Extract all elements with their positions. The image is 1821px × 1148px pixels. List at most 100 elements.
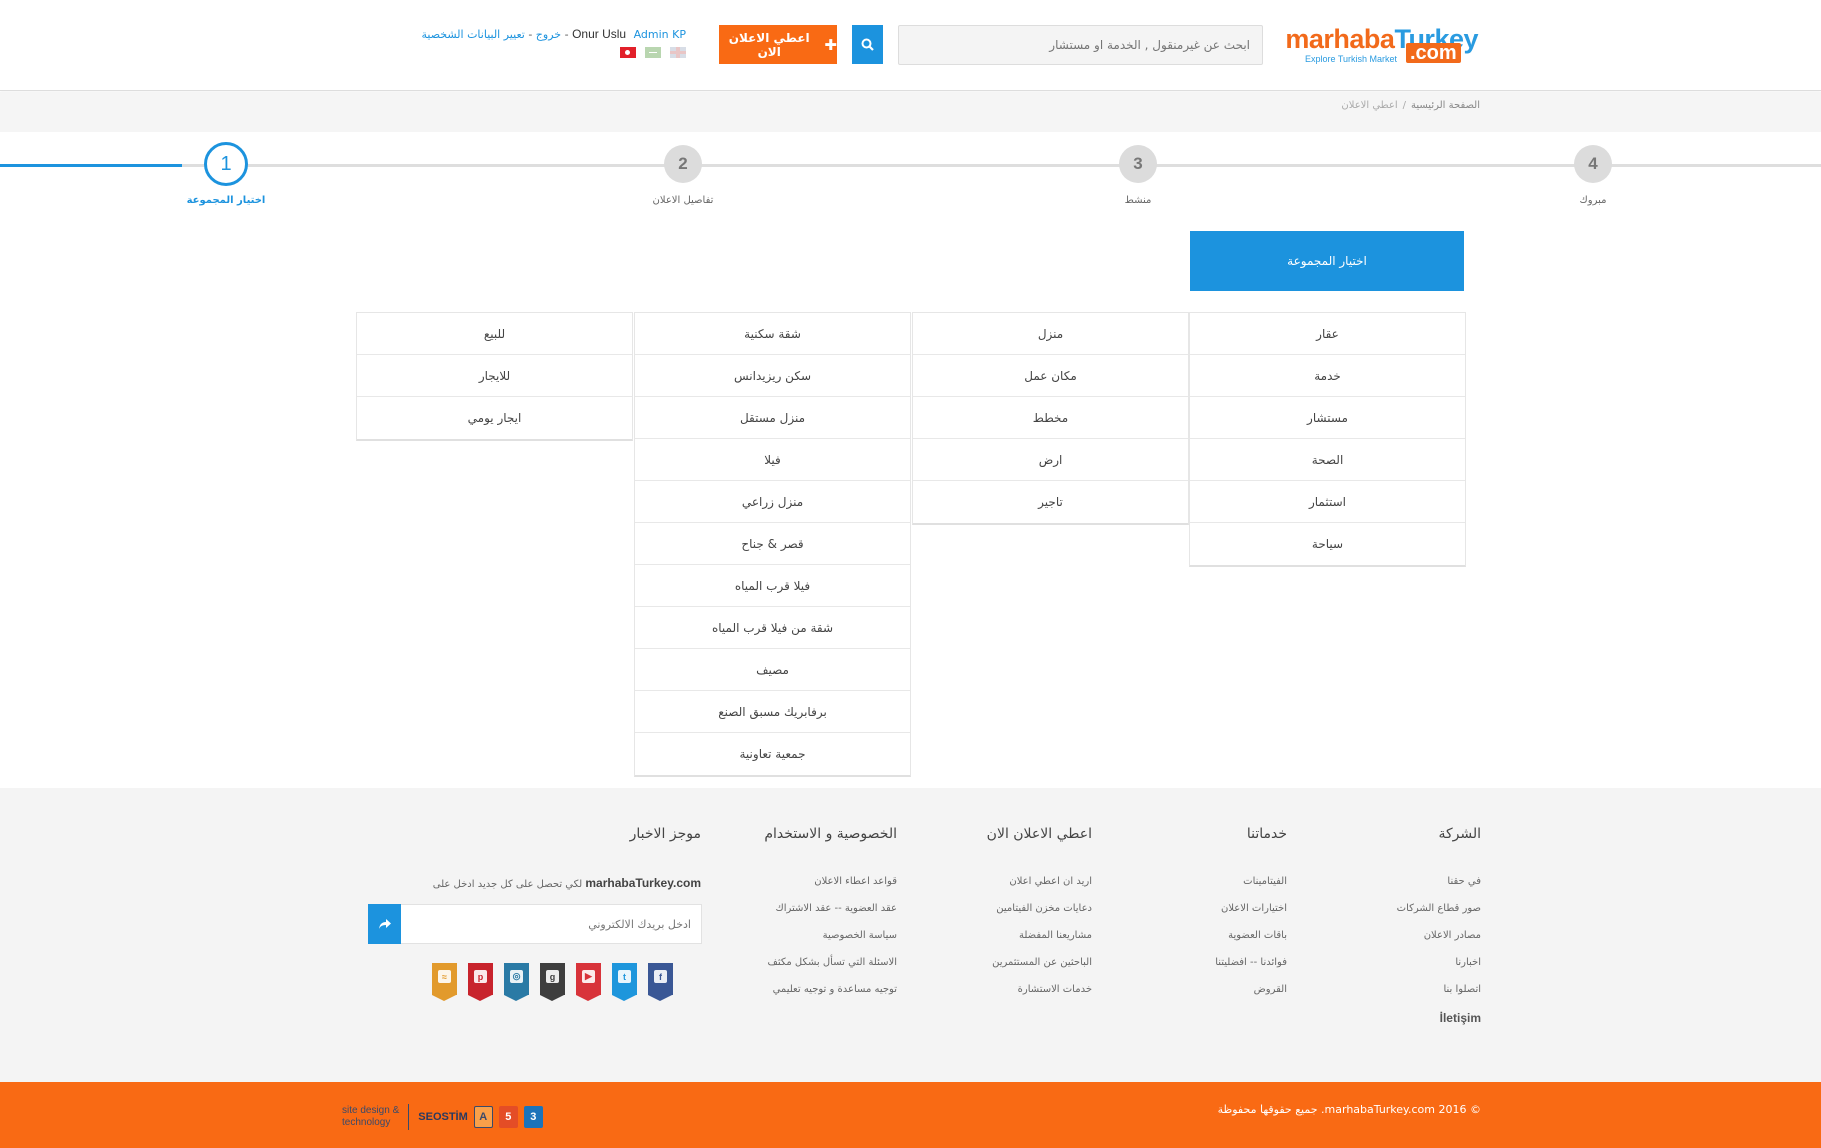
- newsletter-site: marhabaTurkey.com: [585, 876, 701, 890]
- footer-link[interactable]: اتصلوا بنا: [1330, 984, 1481, 1011]
- footer-link[interactable]: اختيارات الاعلان: [1140, 903, 1287, 930]
- design-credit[interactable]: site design & technology SEOSTİM A 5 3: [342, 1104, 543, 1130]
- html5-badge-icon: 5: [498, 1106, 518, 1128]
- newsletter-description: لكي تحصل على كل جديد ادخل على: [432, 879, 583, 890]
- instagram-icon[interactable]: ◎: [504, 963, 529, 1001]
- footer-link[interactable]: خدمات الاستشارة: [940, 984, 1092, 1011]
- credit-line-2: technology: [342, 1117, 391, 1128]
- step-progress: [0, 164, 182, 167]
- category-item[interactable]: جمعية تعاونية: [635, 733, 910, 775]
- footer-link[interactable]: في حقنا: [1330, 876, 1481, 903]
- bottom-bar: [0, 1082, 1821, 1148]
- footer-link[interactable]: الباحثين عن المستثمرين: [940, 957, 1092, 984]
- footer-link[interactable]: مصادر الاعلان: [1330, 930, 1481, 957]
- category-item[interactable]: فيلا: [635, 439, 910, 481]
- category-item[interactable]: منزل: [913, 313, 1188, 355]
- footer-link[interactable]: صور قطاع الشركات: [1330, 903, 1481, 930]
- category-item[interactable]: ارض: [913, 439, 1188, 481]
- category-item[interactable]: مخطط: [913, 397, 1188, 439]
- category-item[interactable]: مصيف: [635, 649, 910, 691]
- google-plus-icon[interactable]: g: [540, 963, 565, 1001]
- step-4-circle: 4: [1574, 145, 1612, 183]
- arabic-flag-icon[interactable]: [645, 47, 661, 58]
- step-1-label: اختيار المجموعة: [186, 195, 266, 206]
- twitter-icon[interactable]: t: [612, 963, 637, 1001]
- footer-post-ad-column: اعطي الاعلان الان اريد ان اعطي اعلان دعا…: [940, 826, 1092, 1011]
- footer-link[interactable]: عقد العضوية -- عقد الاشتراك: [736, 903, 897, 930]
- edit-profile-link[interactable]: تعيير البيانات الشخصية: [422, 28, 525, 41]
- pinterest-icon[interactable]: p: [468, 963, 493, 1001]
- logo-com: .com: [1406, 43, 1461, 63]
- category-item[interactable]: عقار: [1190, 313, 1465, 355]
- search-input[interactable]: [898, 25, 1263, 65]
- site-header: marhabaTurkey .com Explore Turkish Marke…: [0, 0, 1821, 91]
- footer-link[interactable]: سياسة الخصوصية: [736, 930, 897, 957]
- rss-icon[interactable]: ≈: [432, 963, 457, 1001]
- footer-link[interactable]: دعايات مخزن الفيتامين: [940, 903, 1092, 930]
- newsletter-submit-button[interactable]: [368, 904, 401, 944]
- category-item[interactable]: ايجار يومي: [357, 397, 632, 439]
- footer-link[interactable]: باقات العضوية: [1140, 930, 1287, 957]
- breadcrumb-current: اعطي الاعلان: [1341, 100, 1398, 111]
- breadcrumb-bar: [0, 92, 1821, 132]
- turkish-flag-icon[interactable]: [620, 47, 636, 58]
- youtube-icon[interactable]: ▶: [576, 963, 601, 1001]
- category-item[interactable]: منزل مستقل: [635, 397, 910, 439]
- step-2-label: تفاصيل الاعلان: [652, 195, 714, 206]
- facebook-glyph: f: [654, 970, 667, 983]
- category-item[interactable]: شقة من فيلا قرب المياه: [635, 607, 910, 649]
- category-item[interactable]: مكان عمل: [913, 355, 1188, 397]
- pinterest-glyph: p: [474, 970, 487, 983]
- footer-link[interactable]: الفيتامينات: [1140, 876, 1287, 903]
- footer-link[interactable]: اخبارنا: [1330, 957, 1481, 984]
- category-item[interactable]: منزل زراعي: [635, 481, 910, 523]
- breadcrumb-home[interactable]: الصفحة الرئيسية: [1411, 100, 1480, 111]
- logo-tagline: Explore Turkish Market: [1305, 54, 1398, 64]
- group-selection-heading: اختيار المجموعة: [1190, 231, 1464, 291]
- footer-link[interactable]: مشاريعنا المفضلة: [940, 930, 1092, 957]
- share-arrow-icon: [378, 919, 391, 929]
- category-item[interactable]: خدمة: [1190, 355, 1465, 397]
- copyright-text: © 2016 marhabaTurkey.com. جميع حقوقها مح…: [1217, 1103, 1481, 1116]
- footer-link[interactable]: توجيه مساعدة و توجيه تعليمي: [736, 984, 897, 1011]
- logout-link[interactable]: خروج: [536, 28, 561, 41]
- english-flag-icon[interactable]: [670, 47, 686, 58]
- breadcrumb: الصفحة الرئيسية / اعطي الاعلان: [1000, 100, 1480, 111]
- site-footer: [0, 788, 1821, 1082]
- category-item[interactable]: للبيع: [357, 313, 632, 355]
- step-4-label: مبروك: [1579, 195, 1607, 206]
- credit-text: site design & technology: [342, 1105, 399, 1129]
- footer-link[interactable]: القروض: [1140, 984, 1287, 1011]
- breadcrumb-separator: /: [1402, 100, 1406, 111]
- facebook-icon[interactable]: f: [648, 963, 673, 1001]
- user-separator: -: [561, 28, 573, 41]
- category-item[interactable]: استثمار: [1190, 481, 1465, 523]
- category-item[interactable]: تاجير: [913, 481, 1188, 523]
- category-item[interactable]: سكن ريزيدانس: [635, 355, 910, 397]
- admin-link[interactable]: Admin KP: [634, 28, 686, 41]
- footer-link[interactable]: الاسئلة التي تسأل بشكل مكثف: [736, 957, 897, 984]
- footer-services-column: خدماتنا الفيتامينات اختيارات الاعلان باق…: [1140, 826, 1287, 1011]
- category-item[interactable]: سياحة: [1190, 523, 1465, 565]
- post-ad-button[interactable]: ✚ اعطي الاعلان الان: [719, 25, 837, 64]
- category-item[interactable]: الصحة: [1190, 439, 1465, 481]
- category-column-2: منزل مكان عمل مخطط ارض تاجير: [912, 312, 1189, 525]
- step-2-circle: 2: [664, 145, 702, 183]
- logo-part1: marhaba: [1285, 24, 1395, 54]
- search-button[interactable]: [852, 25, 883, 64]
- category-item[interactable]: للايجار: [357, 355, 632, 397]
- social-links: ≈ p ◎ g ▶ t f: [432, 963, 673, 1001]
- footer-link[interactable]: اريد ان اعطي اعلان: [940, 876, 1092, 903]
- category-column-4: للبيع للايجار ايجار يومي: [356, 312, 633, 441]
- footer-link-iletisim[interactable]: İletişim: [1330, 1011, 1481, 1038]
- category-item[interactable]: قصر & جناح: [635, 523, 910, 565]
- category-item[interactable]: شقة سكنية: [635, 313, 910, 355]
- category-item[interactable]: مستشار: [1190, 397, 1465, 439]
- footer-link[interactable]: فوائدنا -- افضليتنا: [1140, 957, 1287, 984]
- footer-post-ad-title: اعطي الاعلان الان: [986, 826, 1092, 842]
- site-logo[interactable]: marhabaTurkey .com Explore Turkish Marke…: [1285, 22, 1478, 67]
- footer-link[interactable]: قواعد اعطاء الاعلان: [736, 876, 897, 903]
- category-item[interactable]: فيلا قرب المياه: [635, 565, 910, 607]
- newsletter-email-input[interactable]: [401, 904, 702, 944]
- category-item[interactable]: برفابريك مسبق الصنع: [635, 691, 910, 733]
